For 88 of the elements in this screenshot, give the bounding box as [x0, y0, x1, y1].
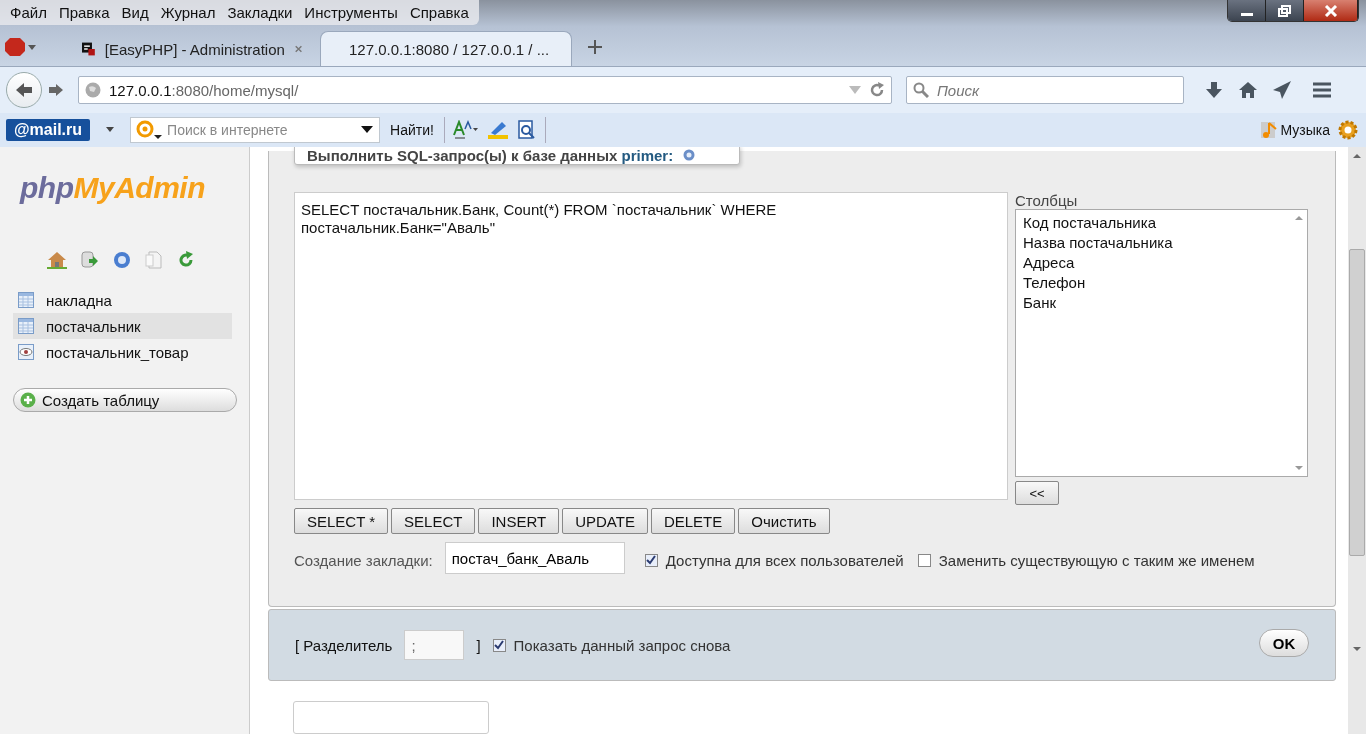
gear-icon[interactable]: [1338, 120, 1358, 140]
back-arrow-icon: [15, 82, 33, 98]
checkbox-option[interactable]: Заменить существующую с таким же именем: [917, 551, 1255, 569]
table-list-item[interactable]: постачальник_товар: [13, 339, 232, 365]
scroll-down-icon[interactable]: [1353, 646, 1361, 652]
close-icon: [1323, 4, 1338, 17]
globe-icon: [85, 82, 101, 98]
menu-item[interactable]: Справка: [403, 4, 475, 21]
checkbox[interactable]: [917, 553, 931, 567]
home-icon[interactable]: [47, 251, 67, 269]
checkbox-option[interactable]: Доступна для всех пользователей: [644, 551, 904, 569]
at-sign-icon: [135, 120, 164, 140]
address-bar[interactable]: 127.0.0.1:8080/home/mysql/: [78, 76, 892, 104]
checkbox[interactable]: [644, 553, 658, 567]
table-list-item[interactable]: постачальник: [13, 313, 232, 339]
column-option[interactable]: Код постачальника: [1023, 213, 1300, 233]
find-button[interactable]: Найти!: [388, 122, 436, 138]
restore-icon: [1277, 4, 1292, 17]
menu-icon[interactable]: [1312, 81, 1332, 99]
mail-logo[interactable]: @mail.ru: [6, 119, 91, 141]
query-template-button[interactable]: DELETE: [650, 508, 736, 534]
delimiter-field[interactable]: ;: [404, 630, 465, 661]
close-button[interactable]: [1304, 0, 1358, 21]
back-button[interactable]: [6, 72, 42, 108]
paper-plane-icon[interactable]: [1272, 80, 1292, 100]
menu-item[interactable]: Файл: [4, 4, 53, 21]
ok-button[interactable]: OK: [1259, 629, 1309, 658]
insert-column-button[interactable]: <<: [1015, 481, 1059, 505]
query-template-button[interactable]: UPDATE: [562, 508, 648, 534]
checkbox-option[interactable]: Показать данный запрос снова: [492, 636, 731, 654]
highlighter-icon[interactable]: [486, 120, 509, 140]
home-icon[interactable]: [1238, 80, 1258, 100]
delimiter-label: [ Разделитель: [295, 636, 393, 654]
page-scrollbar[interactable]: [1348, 147, 1366, 734]
font-size-icon[interactable]: [452, 120, 479, 140]
sql-query-field[interactable]: SELECT постачальник.Банк, Count(*) FROM `постачальник` WHERE постачальник.Банк="Аваль": [294, 192, 1008, 500]
plus-icon: [20, 392, 36, 408]
web-search-field[interactable]: Поиск в интернете: [130, 117, 381, 143]
minimize-icon: [1240, 13, 1253, 16]
checkbox[interactable]: [492, 638, 506, 652]
restore-button[interactable]: [1266, 0, 1304, 21]
bookmark-name-field[interactable]: постач_банк_Аваль: [444, 542, 625, 574]
scroll-up-icon[interactable]: [1353, 153, 1361, 159]
table-icon: [18, 318, 34, 334]
legend-text: Выполнить SQL-запрос(ы) к базе данных primer:: [307, 147, 674, 164]
menu-item[interactable]: Инструменты: [298, 4, 404, 21]
menu-item[interactable]: Закладки: [221, 4, 299, 21]
table-list-item[interactable]: накладна: [13, 287, 232, 313]
database-arrow-icon[interactable]: [81, 251, 99, 269]
menu-item[interactable]: Правка: [52, 4, 116, 21]
caret-icon[interactable]: [361, 126, 374, 134]
column-option[interactable]: Банк: [1023, 293, 1300, 313]
query-template-button[interactable]: Очистить: [738, 508, 830, 534]
browser-tab[interactable]: [EasyPHP] - Administration: [64, 32, 314, 66]
forward-icon[interactable]: [48, 83, 64, 97]
menu-item[interactable]: Журнал: [154, 4, 222, 21]
music-link[interactable]: Музыка: [1280, 122, 1330, 138]
reload-icon[interactable]: [869, 82, 885, 98]
scroll-down-icon[interactable]: [1295, 465, 1303, 471]
search-icon: [913, 82, 929, 98]
minimize-button[interactable]: [1228, 0, 1266, 21]
table-icon: [18, 292, 34, 308]
logo[interactable]: phpMyAdmin: [0, 147, 249, 205]
scroll-up-icon[interactable]: [1295, 215, 1303, 221]
magnifier-page-icon[interactable]: [516, 120, 537, 140]
refresh-icon[interactable]: [177, 251, 195, 269]
query-template-button[interactable]: INSERT: [478, 508, 560, 534]
tab-favicon-icon: [82, 40, 95, 58]
columns-label: Столбцы: [1015, 192, 1079, 209]
create-table-button[interactable]: Создать таблицу: [13, 388, 237, 412]
bookmark-label: Создание закладки:: [294, 551, 433, 569]
column-option[interactable]: Адреса: [1023, 253, 1300, 273]
stop-sign-icon[interactable]: [4, 37, 38, 57]
query-template-button[interactable]: SELECT: [391, 508, 476, 534]
eye-icon: [18, 344, 34, 360]
menu-item[interactable]: Вид: [115, 4, 155, 21]
download-icon[interactable]: [1204, 80, 1224, 100]
browser-tab[interactable]: 127.0.0.1:8080 / 127.0.0.1 / ...: [320, 31, 572, 66]
columns-list[interactable]: Код постачальника Назва постачальника Адреса Телефон Банк: [1015, 209, 1308, 477]
query-template-button[interactable]: SELECT *: [294, 508, 389, 534]
column-option[interactable]: Назва постачальника: [1023, 233, 1300, 253]
new-tab-icon[interactable]: [588, 40, 602, 54]
search-field[interactable]: Поиск: [906, 76, 1184, 104]
scroll-thumb[interactable]: [1349, 249, 1365, 556]
bracket-text: ]: [476, 636, 481, 654]
column-option[interactable]: Телефон: [1023, 273, 1300, 293]
close-tab-icon[interactable]: [294, 44, 302, 54]
caret-icon[interactable]: [106, 127, 115, 133]
